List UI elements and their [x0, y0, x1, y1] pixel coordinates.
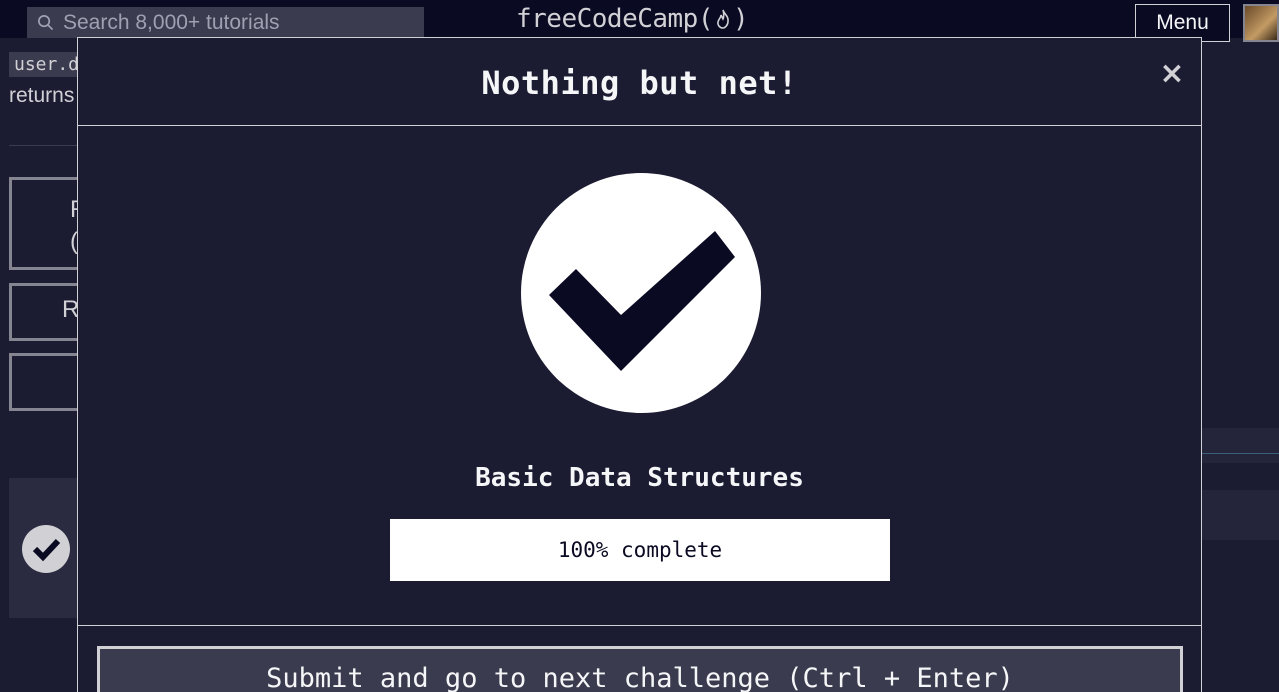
search-bar[interactable]: Search 8,000+ tutorials [27, 7, 424, 38]
flame-icon [717, 9, 729, 29]
divider [9, 145, 79, 146]
test-passed-check-icon [22, 525, 70, 573]
progress-text: 100% complete [557, 538, 723, 562]
top-nav: Search 8,000+ tutorials freeCodeCamp( ) … [0, 0, 1279, 42]
submit-next-challenge-button[interactable]: Submit and go to next challenge (Ctrl + … [97, 646, 1183, 692]
editor-strip-line [1200, 453, 1279, 454]
code-snippet: user.d [9, 52, 79, 77]
editor-pane-background [1200, 38, 1279, 692]
returns-text: returns [9, 84, 75, 107]
search-icon [38, 15, 54, 31]
logo-text-end: ) [733, 4, 749, 34]
fcc-logo[interactable]: freeCodeCamp( ) [516, 4, 749, 34]
logo-text: freeCodeCamp( [516, 4, 714, 34]
editor-strip [1200, 490, 1279, 540]
avatar[interactable] [1243, 4, 1279, 42]
close-icon[interactable]: × [1158, 58, 1186, 90]
completion-modal: Nothing but net! × Basic Data Structures… [77, 37, 1202, 692]
editor-strip [1200, 428, 1279, 463]
search-input[interactable]: Search 8,000+ tutorials [63, 11, 280, 35]
modal-title: Nothing but net! [481, 64, 798, 102]
modal-footer-divider [78, 625, 1201, 626]
progress-bar: 100% complete [390, 519, 890, 581]
checkmark-icon [521, 173, 761, 413]
modal-header: Nothing but net! × [78, 38, 1201, 126]
certification-title: Basic Data Structures [475, 463, 804, 493]
